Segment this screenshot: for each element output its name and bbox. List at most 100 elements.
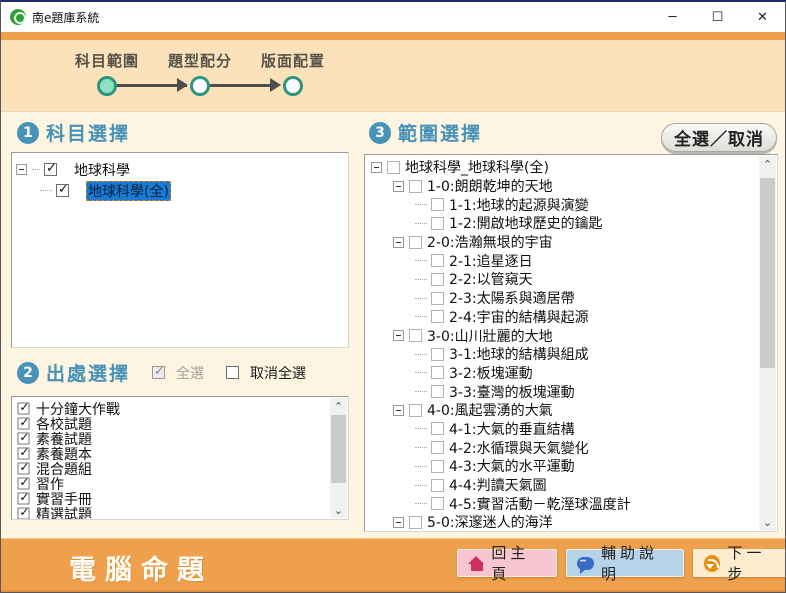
- scrollbar-thumb[interactable]: [760, 178, 775, 368]
- range-checkbox[interactable]: [431, 348, 444, 361]
- tree-connector: [415, 372, 427, 373]
- source-checkbox[interactable]: [18, 463, 30, 475]
- range-tree-scrollbar[interactable]: ⌃ ⌄: [759, 156, 776, 530]
- section1-number-badge: 1: [17, 122, 39, 144]
- scroll-up-icon[interactable]: ⌃: [759, 156, 776, 172]
- tree-connector: [415, 503, 427, 504]
- select-all-checkbox[interactable]: [152, 366, 165, 379]
- range-checkbox[interactable]: [431, 217, 444, 230]
- range-checkbox[interactable]: [431, 497, 444, 510]
- maximize-button[interactable]: ☐: [695, 2, 740, 32]
- home-button[interactable]: 回主頁: [457, 549, 557, 577]
- step-question-type: 題型配分: [155, 50, 245, 71]
- source-checkbox[interactable]: [18, 433, 30, 445]
- collapse-toggle-icon[interactable]: [393, 405, 404, 416]
- tree-item-label[interactable]: 2-2:以管窺天: [449, 270, 533, 289]
- source-checkbox[interactable]: [18, 418, 30, 430]
- range-checkbox[interactable]: [409, 180, 422, 193]
- range-checkbox[interactable]: [431, 273, 444, 286]
- select-all-toggle-button[interactable]: 全選／取消: [661, 123, 777, 152]
- source-checkbox[interactable]: [18, 448, 30, 460]
- collapse-toggle-icon[interactable]: [16, 164, 27, 175]
- tree-item-label[interactable]: 1-1:地球的起源與演變: [449, 195, 589, 214]
- step-arrow-icon: [270, 78, 281, 92]
- tree-item-label[interactable]: 4-3:大氣的水平運動: [449, 457, 575, 476]
- range-checkbox[interactable]: [409, 516, 422, 529]
- range-checkbox[interactable]: [409, 236, 422, 249]
- step-node[interactable]: [283, 76, 303, 96]
- collapse-toggle-icon[interactable]: [393, 517, 404, 528]
- minimize-button[interactable]: ─: [650, 2, 695, 32]
- tree-item-label[interactable]: 2-1:追星逐日: [449, 251, 533, 270]
- source-checkbox[interactable]: [18, 478, 30, 490]
- range-checkbox[interactable]: [431, 254, 444, 267]
- next-step-button[interactable]: 下一步: [693, 549, 786, 577]
- tree-item-label[interactable]: 3-0:山川壯麗的大地: [427, 326, 553, 345]
- tree-item-label[interactable]: 4-4:判讀天氣圖: [449, 476, 547, 495]
- range-checkbox[interactable]: [409, 329, 422, 342]
- subject-checkbox[interactable]: [56, 184, 69, 197]
- deselect-all-checkbox[interactable]: [226, 366, 239, 379]
- step-node[interactable]: [190, 76, 210, 96]
- tree-item-label[interactable]: 4-0:風起雲湧的大氣: [427, 401, 553, 420]
- collapse-toggle-icon[interactable]: [371, 162, 382, 173]
- range-checkbox[interactable]: [387, 161, 400, 174]
- section1-title: 科目選擇: [46, 119, 130, 146]
- select-all-label[interactable]: 全選: [176, 363, 204, 383]
- range-checkbox[interactable]: [431, 441, 444, 454]
- source-checkbox[interactable]: [18, 508, 30, 520]
- range-tree-panel: 地球科學_地球科學(全) 1-0:朗朗乾坤的天地 1-1:地球的起源與演變 1-…: [364, 154, 778, 532]
- tree-item-label[interactable]: 1-0:朗朗乾坤的天地: [427, 177, 553, 196]
- range-checkbox[interactable]: [431, 292, 444, 305]
- tree-item-label[interactable]: 地球科學_地球科學(全): [405, 158, 549, 177]
- scrollbar-thumb[interactable]: [331, 415, 346, 483]
- tree-item-label[interactable]: 4-2:水循環與天氣變化: [449, 438, 589, 457]
- tree-item-label[interactable]: 4-1:大氣的垂直結構: [449, 420, 575, 439]
- scroll-down-icon[interactable]: ⌄: [330, 502, 347, 518]
- app-window: 南e題庫系統 ─ ☐ ✕ 科目範圍 題型配分 版面配置 1 科目選擇: [0, 0, 786, 593]
- range-checkbox[interactable]: [431, 422, 444, 435]
- collapse-toggle-icon[interactable]: [393, 237, 404, 248]
- close-button[interactable]: ✕: [740, 2, 785, 32]
- source-checkbox[interactable]: [18, 403, 30, 415]
- range-checkbox[interactable]: [431, 366, 444, 379]
- tree-connector: [415, 279, 427, 280]
- range-checkbox[interactable]: [431, 479, 444, 492]
- source-list-scrollbar[interactable]: ⌃ ⌄: [330, 398, 347, 518]
- tree-item-label[interactable]: 2-4:宇宙的結構與起源: [449, 308, 589, 327]
- select-all-checkbox-group[interactable]: 全選: [152, 363, 204, 383]
- tree-item-label[interactable]: 5-0:深邃迷人的海洋: [427, 513, 553, 532]
- tree-item-label[interactable]: 3-2:板塊運動: [449, 364, 533, 383]
- tree-item-label[interactable]: 地球科學: [74, 160, 130, 180]
- list-item[interactable]: 精選試題: [14, 506, 328, 520]
- range-checkbox[interactable]: [431, 460, 444, 473]
- tree-item-label[interactable]: 2-0:浩瀚無垠的宇宙: [427, 233, 553, 252]
- range-checkbox[interactable]: [409, 404, 422, 417]
- range-checkbox[interactable]: [431, 310, 444, 323]
- range-checkbox[interactable]: [431, 198, 444, 211]
- step-node-active[interactable]: [97, 76, 117, 96]
- scroll-down-icon[interactable]: ⌄: [759, 514, 776, 530]
- tree-item-label[interactable]: 1-2:開啟地球歷史的鑰匙: [449, 214, 603, 233]
- subject-tree-panel: 地球科學 地球科學(全): [11, 152, 349, 348]
- subject-checkbox[interactable]: [44, 163, 57, 176]
- tree-item-label[interactable]: 2-3:太陽系與適居帶: [449, 289, 575, 308]
- tree-item-label[interactable]: 3-3:臺灣的板塊運動: [449, 382, 575, 401]
- section2-header: 2 出處選擇 全選 取消全選: [17, 359, 306, 386]
- tree-connector: [415, 298, 427, 299]
- collapse-toggle-icon[interactable]: [393, 181, 404, 192]
- tree-item-label[interactable]: 4-5:實習活動－乾溼球溫度計: [449, 494, 631, 513]
- source-checkbox[interactable]: [18, 493, 30, 505]
- deselect-all-checkbox-group[interactable]: 取消全選: [226, 363, 306, 383]
- scroll-up-icon[interactable]: ⌃: [330, 398, 347, 414]
- range-checkbox[interactable]: [431, 385, 444, 398]
- deselect-all-label[interactable]: 取消全選: [250, 363, 306, 383]
- help-button[interactable]: 輔助說明: [566, 549, 684, 577]
- step-label: 題型配分: [155, 50, 245, 71]
- collapse-toggle-icon[interactable]: [393, 330, 404, 341]
- app-logo-icon: [10, 9, 26, 25]
- tree-item-label-selected[interactable]: 地球科學(全): [86, 181, 171, 201]
- footer-bar: 電腦命題 回主頁 輔助說明 下一步: [1, 538, 785, 593]
- chat-bubble-icon: [577, 557, 594, 570]
- tree-item-label[interactable]: 3-1:地球的結構與組成: [449, 345, 589, 364]
